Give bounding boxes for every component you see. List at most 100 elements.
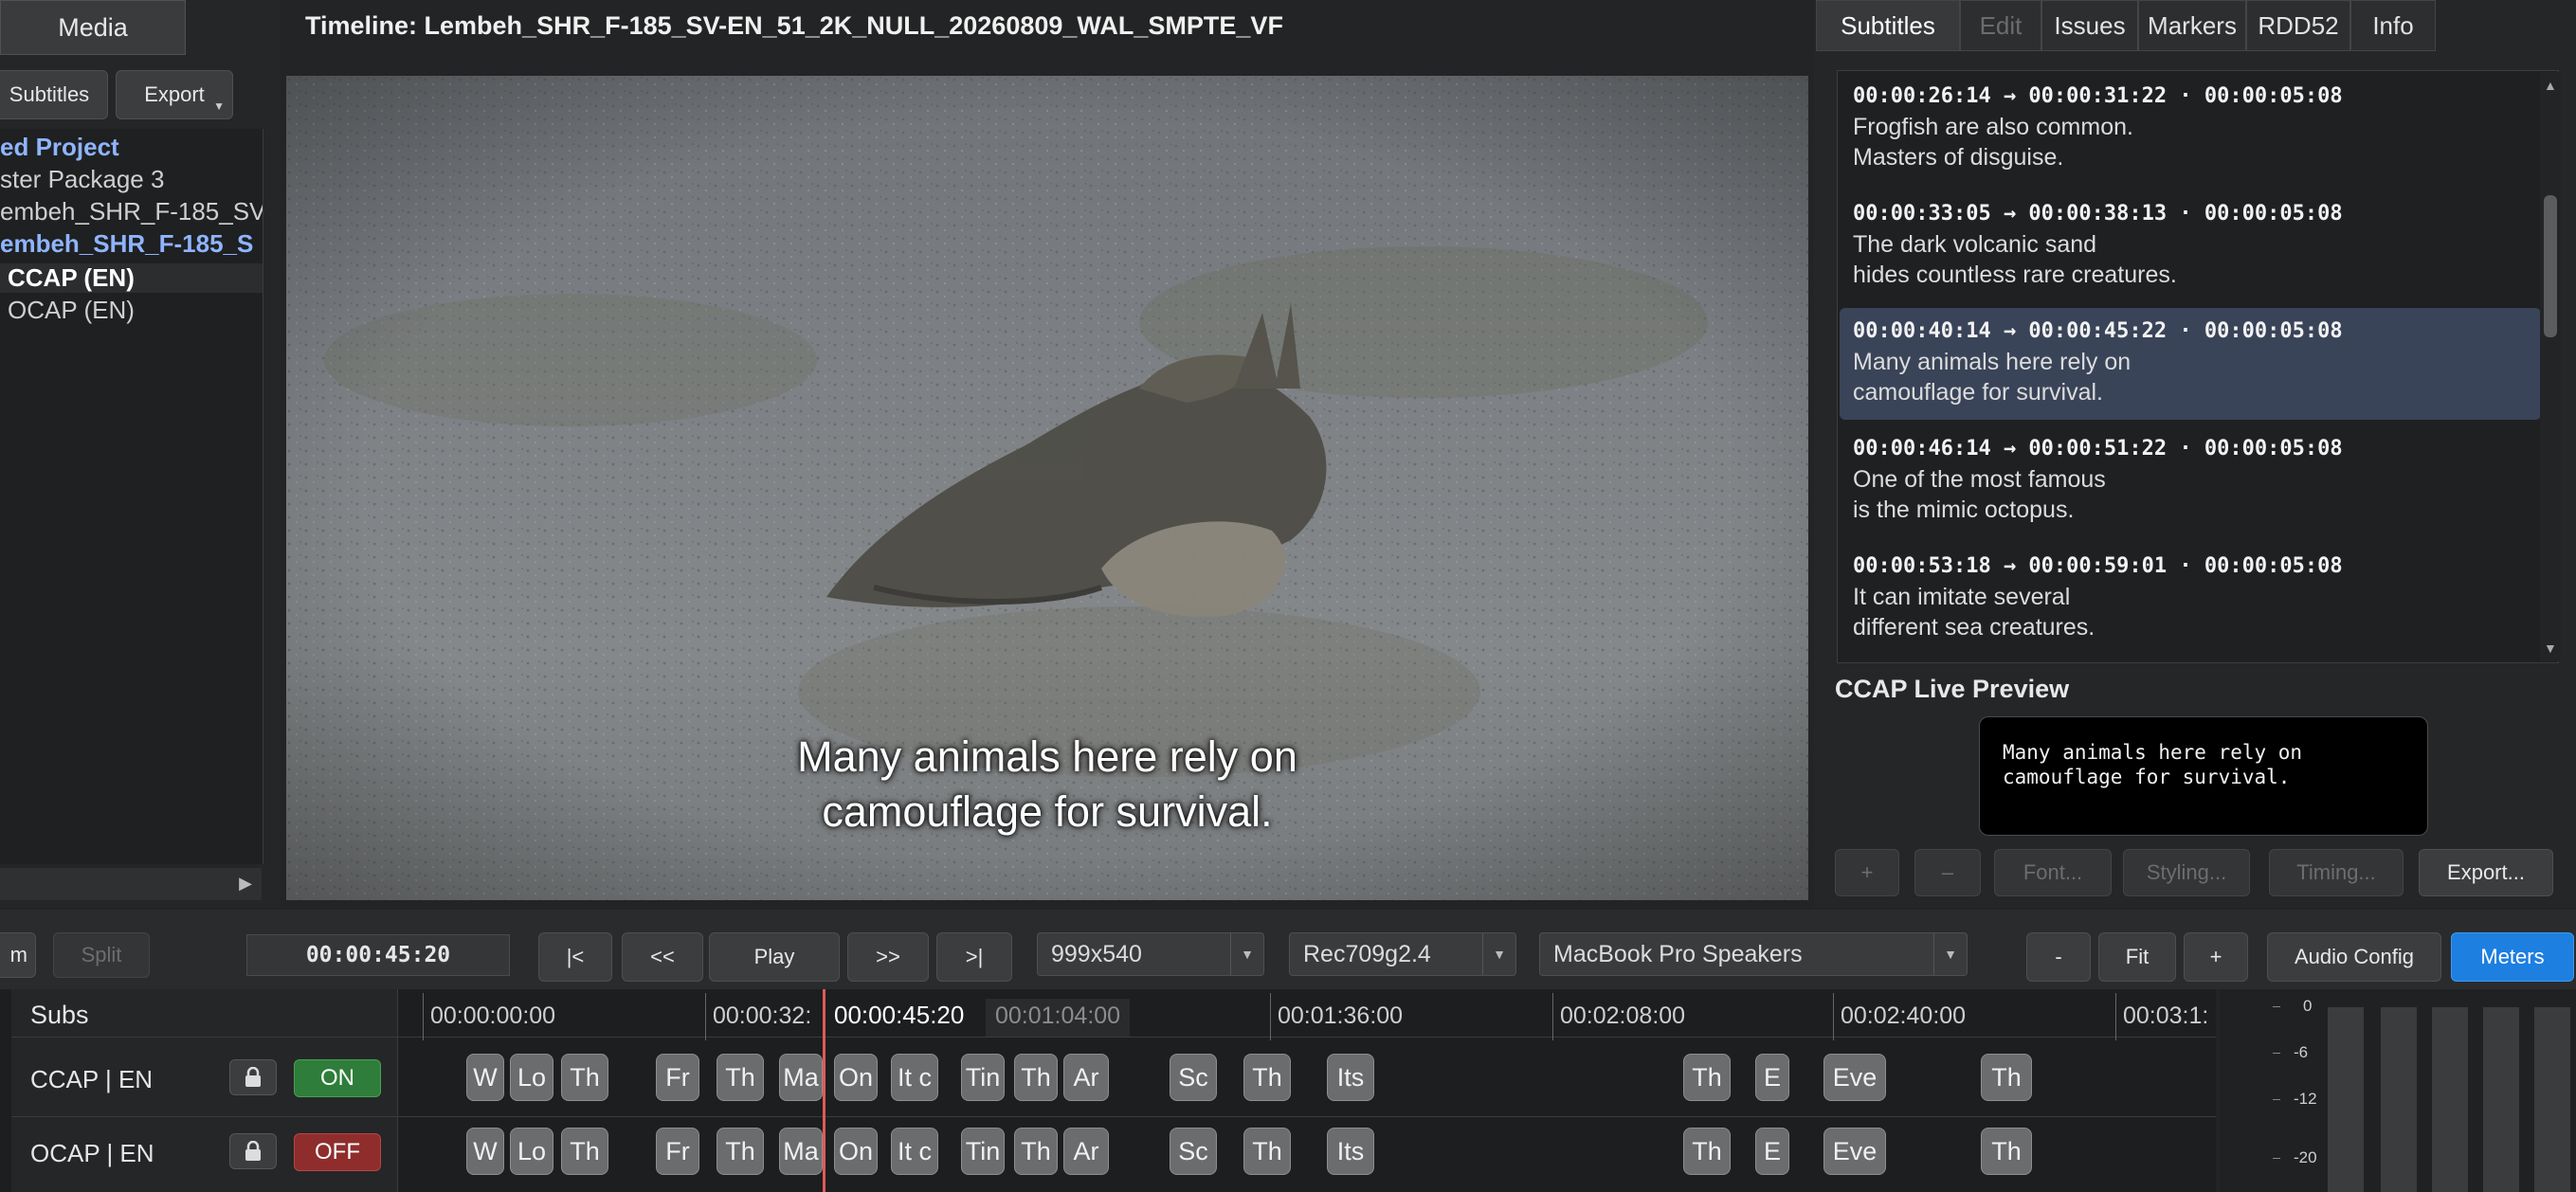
tab-edit[interactable]: Edit <box>1960 0 2041 51</box>
subtitle-clip[interactable]: E <box>1755 1054 1789 1101</box>
tab-issues[interactable]: Issues <box>2041 0 2138 51</box>
subtitle-clip[interactable]: Fr <box>656 1054 699 1101</box>
subtitle-timing: 00:00:46:14 → 00:00:51:22 · 00:00:05:08 <box>1853 437 2343 461</box>
tree-item[interactable]: embeh_SHR_F-185_SV <box>0 197 263 226</box>
tree-horizontal-scrollbar[interactable]: ▶ <box>0 868 262 900</box>
subtitle-clip[interactable]: On <box>834 1128 878 1175</box>
clip-label: Th <box>1692 1136 1722 1165</box>
fast-forward-button[interactable]: >> <box>847 932 929 982</box>
subtitle-clip[interactable]: Sc <box>1170 1054 1217 1101</box>
subtitle-clip[interactable]: Ma <box>779 1128 823 1175</box>
subtitle-clip[interactable]: Th <box>561 1054 608 1101</box>
subtitle-clip[interactable]: Sc <box>1170 1128 1217 1175</box>
lock-icon[interactable] <box>229 1133 277 1169</box>
subtitle-entry[interactable]: 00:00:26:14 → 00:00:31:22 · 00:00:05:08 F… <box>1840 73 2541 185</box>
scroll-up-icon[interactable]: ▲ <box>2544 78 2557 93</box>
subtitle-clip[interactable]: Th <box>717 1054 764 1101</box>
zoom-out-button[interactable]: - <box>2026 932 2091 982</box>
subtitle-clip[interactable]: Ar <box>1063 1054 1109 1101</box>
subtitle-list-scrollbar[interactable]: ▲ ▼ <box>2540 72 2561 661</box>
subtitle-clip[interactable]: Its <box>1327 1054 1374 1101</box>
go-to-end-button[interactable]: >| <box>936 932 1012 982</box>
subtitle-clip[interactable]: W <box>466 1054 504 1101</box>
subtitle-clip[interactable]: It c <box>891 1128 938 1175</box>
playhead-line[interactable] <box>823 989 825 1192</box>
scroll-thumb[interactable] <box>2544 195 2557 337</box>
tree-item[interactable]: ed Project <box>0 133 119 162</box>
meters-button[interactable]: Meters <box>2451 932 2574 982</box>
export-subtitles-button[interactable]: Export... <box>2419 849 2553 896</box>
fit-button[interactable]: Fit <box>2098 932 2176 982</box>
zoom-in-button[interactable]: + <box>2184 932 2248 982</box>
subtitle-clip[interactable]: Eve <box>1823 1128 1886 1175</box>
tab-label: Edit <box>1979 10 2023 40</box>
colorspace-select[interactable]: Rec709g2.4 ▼ <box>1289 932 1516 976</box>
subtitle-clip[interactable]: Th <box>1981 1054 2032 1101</box>
subtitle-clip[interactable]: Its <box>1327 1128 1374 1175</box>
subtitle-clip[interactable]: Th <box>1683 1128 1731 1175</box>
subtitle-clip[interactable]: On <box>834 1054 878 1101</box>
scroll-right-icon[interactable]: ▶ <box>239 874 252 894</box>
subtitle-clip[interactable]: W <box>466 1128 504 1175</box>
scroll-down-icon[interactable]: ▼ <box>2544 641 2557 656</box>
tab-rdd52[interactable]: RDD52 <box>2246 0 2350 51</box>
subtitle-clip[interactable]: Th <box>1243 1128 1291 1175</box>
subtitle-entry[interactable]: 00:00:40:14 → 00:00:45:22 · 00:00:05:08 M… <box>1840 308 2541 420</box>
subtitle-entry[interactable]: 00:00:53:18 → 00:00:59:01 · 00:00:05:08 I… <box>1840 543 2541 655</box>
subtitle-clip[interactable]: Tin <box>961 1054 1005 1101</box>
fast-forward-label: >> <box>876 945 900 968</box>
subtitle-clip[interactable]: Tin <box>961 1128 1005 1175</box>
font-button[interactable]: Font... <box>1994 849 2112 896</box>
subtitle-clip[interactable]: Th <box>1014 1128 1058 1175</box>
go-to-start-button[interactable]: |< <box>538 932 612 982</box>
track-name: CCAP | EN <box>30 1065 154 1093</box>
video-viewer[interactable]: Many animals here rely on camouflage for… <box>286 76 1808 900</box>
subtitle-clip[interactable]: Th <box>561 1128 608 1175</box>
tab-markers[interactable]: Markers <box>2138 0 2246 51</box>
subtitle-entry[interactable]: 00:00:33:05 → 00:00:38:13 · 00:00:05:08 T… <box>1840 190 2541 302</box>
track-toggle-button[interactable]: ON <box>294 1059 381 1097</box>
subtitle-clip[interactable]: Th <box>1014 1054 1058 1101</box>
subtitle-entry[interactable]: 00:00:46:14 → 00:00:51:22 · 00:00:05:08 O… <box>1840 425 2541 537</box>
play-button[interactable]: Play <box>709 932 840 982</box>
subtitle-clip[interactable]: Th <box>1683 1054 1731 1101</box>
rewind-button[interactable]: << <box>622 932 703 982</box>
subtitle-clip[interactable]: Th <box>1981 1128 2032 1175</box>
subtitle-clip[interactable]: It c <box>891 1054 938 1101</box>
media-tab[interactable]: Media <box>0 0 186 55</box>
resolution-select[interactable]: 999x540 ▼ <box>1037 932 1264 976</box>
subtitle-clip[interactable]: Lo <box>510 1054 553 1101</box>
tree-item[interactable]: ster Package 3 <box>0 165 164 194</box>
tab-subtitles[interactable]: Subtitles <box>1816 0 1960 51</box>
split-button[interactable]: Split <box>53 932 150 978</box>
audio-config-button[interactable]: Audio Config <box>2267 932 2441 982</box>
track-toggle-button[interactable]: OFF <box>294 1133 381 1171</box>
timecode-display: 00:00:45:20 <box>246 934 510 976</box>
subtitle-clip[interactable]: Fr <box>656 1128 699 1175</box>
export-dropdown-button[interactable]: Export ▼ <box>116 70 233 119</box>
tree-item[interactable]: OCAP (EN) <box>0 296 135 325</box>
subtitles-button[interactable]: Subtitles <box>0 70 108 119</box>
tree-item[interactable]: CCAP (EN) <box>0 263 263 293</box>
remove-subtitle-button[interactable]: – <box>1914 849 1981 896</box>
subs-header: Subs <box>30 1001 89 1029</box>
lock-icon[interactable] <box>229 1059 277 1095</box>
subtitle-clip[interactable]: Ar <box>1063 1128 1109 1175</box>
subtitle-clip[interactable]: Th <box>1243 1054 1291 1101</box>
add-subtitle-button[interactable]: + <box>1835 849 1899 896</box>
tab-info[interactable]: Info <box>2350 0 2436 51</box>
subtitle-clip[interactable]: Eve <box>1823 1054 1886 1101</box>
live-preview-line-2: camouflage for survival. <box>2003 766 2291 788</box>
subtitle-clip[interactable]: Th <box>717 1128 764 1175</box>
tab-label: Markers <box>2148 10 2237 40</box>
subtitle-clip[interactable]: E <box>1755 1128 1789 1175</box>
styling-button[interactable]: Styling... <box>2123 849 2250 896</box>
clip-label: Fr <box>665 1136 690 1165</box>
tree-item[interactable]: embeh_SHR_F-185_S <box>0 229 253 259</box>
timing-button[interactable]: Timing... <box>2269 849 2404 896</box>
subtitle-list[interactable]: 00:00:26:14 → 00:00:31:22 · 00:00:05:08 F… <box>1837 70 2559 663</box>
audio-device-select[interactable]: MacBook Pro Speakers ▼ <box>1539 932 1968 976</box>
trim-button[interactable]: m <box>0 932 36 978</box>
subtitle-clip[interactable]: Ma <box>779 1054 823 1101</box>
subtitle-clip[interactable]: Lo <box>510 1128 553 1175</box>
